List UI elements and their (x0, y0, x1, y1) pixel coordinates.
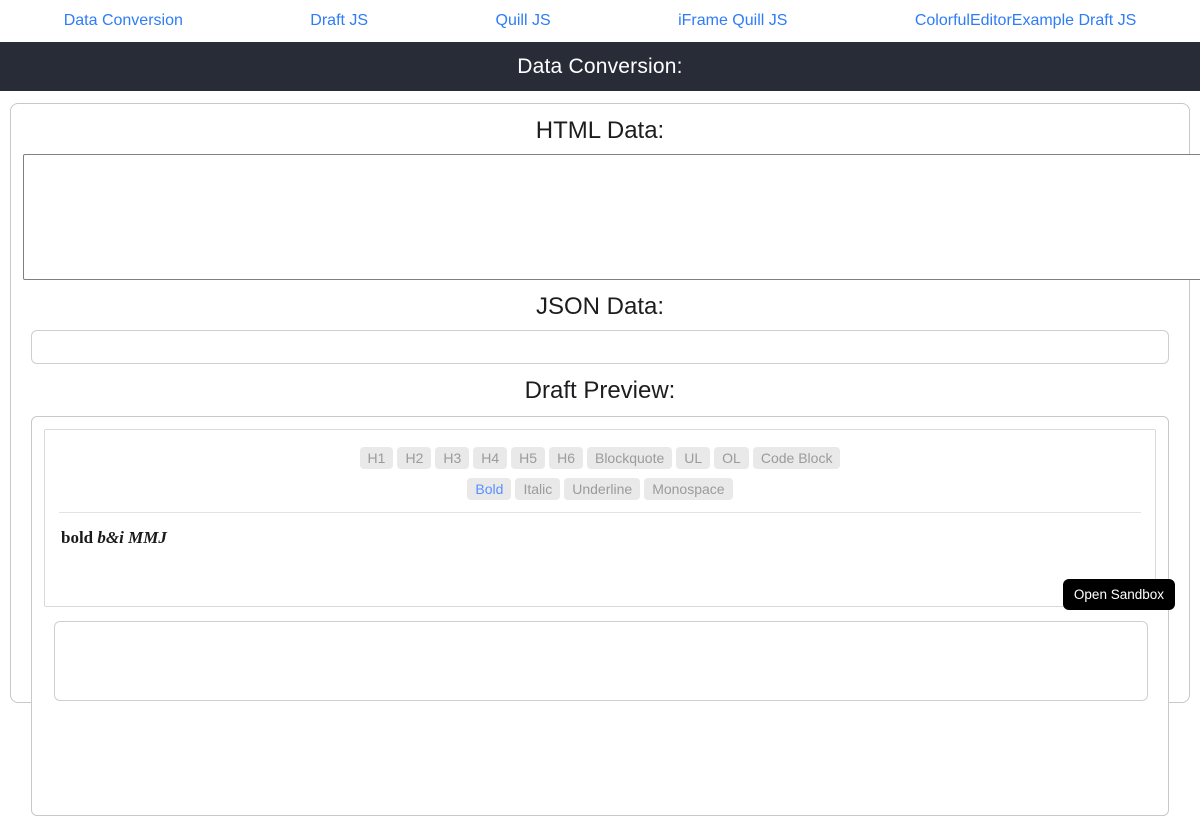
html-data-textarea[interactable] (23, 154, 1200, 280)
toolbar-button-h1[interactable]: H1 (360, 447, 394, 469)
page-title: Data Conversion: (517, 55, 682, 79)
nav-link-colorfuleditorexample-draft-js[interactable]: ColorfulEditorExample Draft JS (915, 12, 1136, 30)
draft-preview-panel: H1H2H3H4H5H6BlockquoteULOLCode Block Bol… (31, 416, 1169, 816)
toolbar-button-ol[interactable]: OL (714, 447, 749, 469)
toolbar-button-code-block[interactable]: Code Block (753, 447, 841, 469)
toolbar-button-h3[interactable]: H3 (435, 447, 469, 469)
header-bar: Data Conversion: (0, 42, 1200, 91)
toolbar-button-underline[interactable]: Underline (564, 478, 640, 500)
editor-text-segment: MMJ (124, 528, 167, 547)
toolbar-button-h2[interactable]: H2 (397, 447, 431, 469)
draft-preview-heading: Draft Preview: (11, 377, 1189, 405)
editor-text-segment: bold (61, 528, 97, 547)
nav-link-data-conversion[interactable]: Data Conversion (64, 12, 183, 30)
toolbar-button-h4[interactable]: H4 (473, 447, 507, 469)
nav-link-iframe-quill-js[interactable]: iFrame Quill JS (678, 12, 787, 30)
open-sandbox-button[interactable]: Open Sandbox (1063, 579, 1175, 610)
secondary-preview-box[interactable] (54, 621, 1148, 701)
toolbar-row-inline-styles: BoldItalicUnderlineMonospace (45, 478, 1155, 500)
toolbar-button-h6[interactable]: H6 (549, 447, 583, 469)
main-container: HTML Data: JSON Data: Draft Preview: H1H… (10, 103, 1190, 703)
top-nav: Data Conversion Draft JS Quill JS iFrame Qu… (0, 0, 1200, 42)
toolbar-button-bold[interactable]: Bold (467, 478, 511, 500)
toolbar-button-h5[interactable]: H5 (511, 447, 545, 469)
toolbar-button-monospace[interactable]: Monospace (644, 478, 732, 500)
editor-content[interactable]: bold b&i MMJ (45, 513, 1155, 563)
nav-link-quill-js[interactable]: Quill JS (496, 12, 551, 30)
toolbar-button-italic[interactable]: Italic (515, 478, 560, 500)
json-data-input[interactable] (31, 330, 1169, 364)
html-data-heading: HTML Data: (11, 117, 1189, 145)
toolbar-row-block-types: H1H2H3H4H5H6BlockquoteULOLCode Block (45, 447, 1155, 469)
json-data-heading: JSON Data: (11, 293, 1189, 321)
toolbar-button-ul[interactable]: UL (676, 447, 710, 469)
editor-text-segment: b&i (97, 528, 123, 547)
nav-link-draft-js[interactable]: Draft JS (310, 12, 368, 30)
draft-editor-box: H1H2H3H4H5H6BlockquoteULOLCode Block Bol… (44, 429, 1156, 607)
toolbar-button-blockquote[interactable]: Blockquote (587, 447, 672, 469)
